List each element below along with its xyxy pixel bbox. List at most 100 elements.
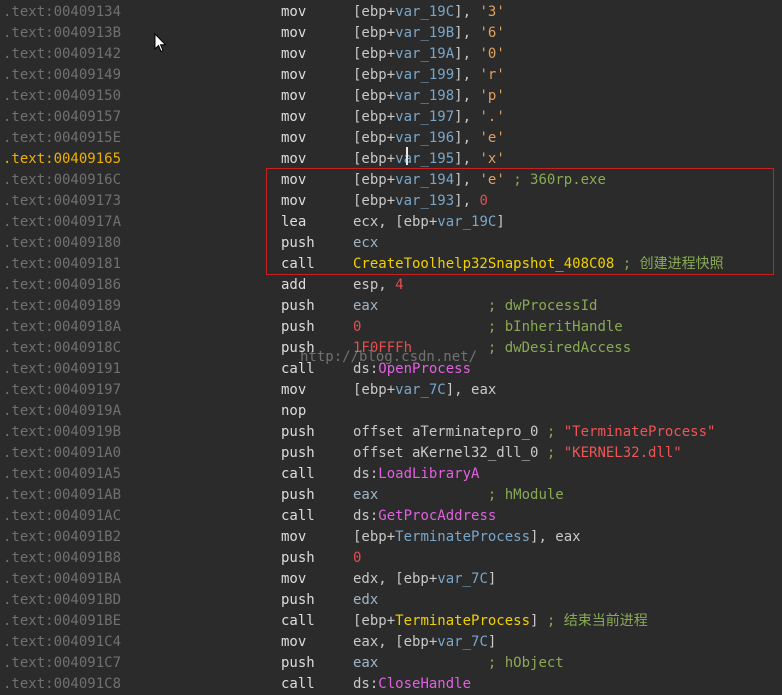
mnemonic: call [281, 508, 315, 524]
operands: ds:LoadLibraryA [353, 464, 479, 485]
address-label: .text:00409157 [3, 109, 122, 125]
code-line[interactable]: .text:004091C4 mov eax, [ebp+var_7C] [0, 632, 782, 653]
operand-token: ] [487, 634, 497, 650]
operands: eax ; hObject [353, 653, 564, 674]
symbol-name[interactable]: var_7C [437, 571, 488, 587]
code-line[interactable]: .text:004091A0 push offset aKernel32_dll_0… [0, 443, 782, 464]
symbol-name[interactable]: var_198 [395, 88, 454, 104]
address-label: .text:00409181 [3, 256, 122, 272]
code-line[interactable]: .text:00409134 mov [ebp+var_19C], '3' [0, 2, 782, 23]
mnemonic: mov [281, 634, 307, 650]
code-line[interactable]: .text:00409142 mov [ebp+var_19A], '0' [0, 44, 782, 65]
address-label: .text:004091BE [3, 613, 122, 629]
symbol-name[interactable]: var_7C [395, 382, 446, 398]
operand-token: [ebp+ [353, 109, 396, 125]
address-label: .text:00409165 [3, 151, 122, 167]
code-line[interactable]: .text:0040919B push offset aTerminatepro_0… [0, 422, 782, 443]
operands: [ebp+var_19B], '6' [353, 23, 505, 44]
operand-token: eax [353, 655, 379, 671]
operand-token: 'x' [479, 151, 505, 167]
operands: [ebp+var_19C], '3' [353, 2, 505, 23]
operand-token: ds: [353, 466, 379, 482]
address-label: .text:004091B8 [3, 550, 122, 566]
operands: ds:CloseHandle [353, 674, 471, 695]
operands: [ebp+var_197], '.' [353, 107, 505, 128]
operand-token: ] [487, 571, 497, 587]
mnemonic: call [281, 613, 315, 629]
code-line[interactable]: .text:004091A5 call ds:LoadLibraryA [0, 464, 782, 485]
operand-token: 0 [353, 550, 362, 566]
operand-token: [ebp+ [353, 88, 396, 104]
operands: ds:GetProcAddress [353, 506, 496, 527]
symbol-name[interactable]: GetProcAddress [378, 508, 496, 524]
code-line[interactable]: .text:004091BE call [ebp+TerminateProcess]… [0, 611, 782, 632]
operand-token: 4 [395, 277, 404, 293]
comment: ; hModule [378, 487, 564, 503]
code-line[interactable]: .text:004091BA mov edx, [ebp+var_7C] [0, 569, 782, 590]
operand-token: ], [454, 151, 480, 167]
code-line[interactable]: .text:004091AB push eax ; hModule [0, 485, 782, 506]
symbol-name[interactable]: var_19C [395, 4, 454, 20]
operands: offset aKernel32_dll_0 ; "KERNEL32.dll" [353, 443, 682, 464]
code-line[interactable]: .text:004091C8 call ds:CloseHandle [0, 674, 782, 695]
operand-token: eax [353, 298, 379, 314]
code-line[interactable]: .text:0040919A nop [0, 401, 782, 422]
code-line[interactable]: .text:00409149 mov [ebp+var_199], 'r' [0, 65, 782, 86]
operand-token: ], [454, 67, 480, 83]
operand-token: '.' [479, 109, 505, 125]
operand-token: [ebp+ [353, 67, 396, 83]
address-label: .text:0040916C [3, 172, 122, 188]
address-label: .text:00409189 [3, 298, 122, 314]
code-line[interactable]: .text:0040913B mov [ebp+var_19B], '6' [0, 23, 782, 44]
mnemonic: mov [281, 130, 307, 146]
operand-token: ], [454, 130, 480, 146]
mnemonic: mov [281, 109, 307, 125]
operands: eax ; dwProcessId [353, 296, 597, 317]
symbol-name[interactable]: CloseHandle [378, 676, 471, 692]
operands: [ebp+var_199], 'r' [353, 65, 505, 86]
code-line[interactable]: .text:004091B8 push 0 [0, 548, 782, 569]
symbol-name[interactable]: var_199 [395, 67, 454, 83]
mnemonic: mov [281, 4, 307, 20]
symbol-name[interactable]: var_19B [395, 25, 454, 41]
code-line[interactable]: .text:004091BD push edx [0, 590, 782, 611]
code-line[interactable]: .text:00409157 mov [ebp+var_197], '.' [0, 107, 782, 128]
mnemonic: push [281, 445, 315, 461]
code-line[interactable]: .text:0040915E mov [ebp+var_196], 'e' [0, 128, 782, 149]
operand-token: edx [353, 592, 379, 608]
symbol-name[interactable]: LoadLibraryA [378, 466, 479, 482]
code-line[interactable]: .text:0040918A push 0 ; bInheritHandle [0, 317, 782, 338]
code-line[interactable]: .text:004091AC call ds:GetProcAddress [0, 506, 782, 527]
address-label: .text:004091AB [3, 487, 122, 503]
operand-token: ], [454, 88, 480, 104]
code-line[interactable]: .text:00409197 mov [ebp+var_7C], eax [0, 380, 782, 401]
operands: eax, [ebp+var_7C] [353, 632, 496, 653]
code-line[interactable]: .text:00409150 mov [ebp+var_198], 'p' [0, 86, 782, 107]
code-line[interactable]: .text:004091B2 mov [ebp+TerminateProcess],… [0, 527, 782, 548]
symbol-name[interactable]: var_197 [395, 109, 454, 125]
code-line[interactable]: .text:00409189 push eax ; dwProcessId [0, 296, 782, 317]
code-line[interactable]: .text:004091C7 push eax ; hObject [0, 653, 782, 674]
symbol-name[interactable]: var_195 [395, 151, 454, 167]
operand-token: [ebp+ [353, 4, 396, 20]
operands: [ebp+TerminateProcess] ; 结束当前进程 [353, 611, 648, 632]
address-label: .text:00409134 [3, 4, 122, 20]
mnemonic: push [281, 487, 315, 503]
symbol-name[interactable]: TerminateProcess [395, 529, 530, 545]
mnemonic: mov [281, 67, 307, 83]
mnemonic: push [281, 424, 315, 440]
address-label: .text:00409197 [3, 382, 122, 398]
operand-token: [ebp+ [353, 46, 396, 62]
operand-token: ds: [353, 676, 379, 692]
symbol-name[interactable]: var_19A [395, 46, 454, 62]
operand-token: eax, [ebp+ [353, 634, 438, 650]
code-line[interactable]: .text:00409165 mov [ebp+var_195], 'x' [0, 149, 782, 170]
operand-token: [ebp+ [353, 529, 396, 545]
address-label: .text:004091A0 [3, 445, 122, 461]
symbol-name[interactable]: TerminateProcess [395, 613, 530, 629]
operand-token: edx, [ebp+ [353, 571, 438, 587]
symbol-name[interactable]: var_7C [437, 634, 488, 650]
code-line[interactable]: .text:00409186 add esp, 4 [0, 275, 782, 296]
symbol-name[interactable]: var_196 [395, 130, 454, 146]
address-label: .text:0040919B [3, 424, 122, 440]
